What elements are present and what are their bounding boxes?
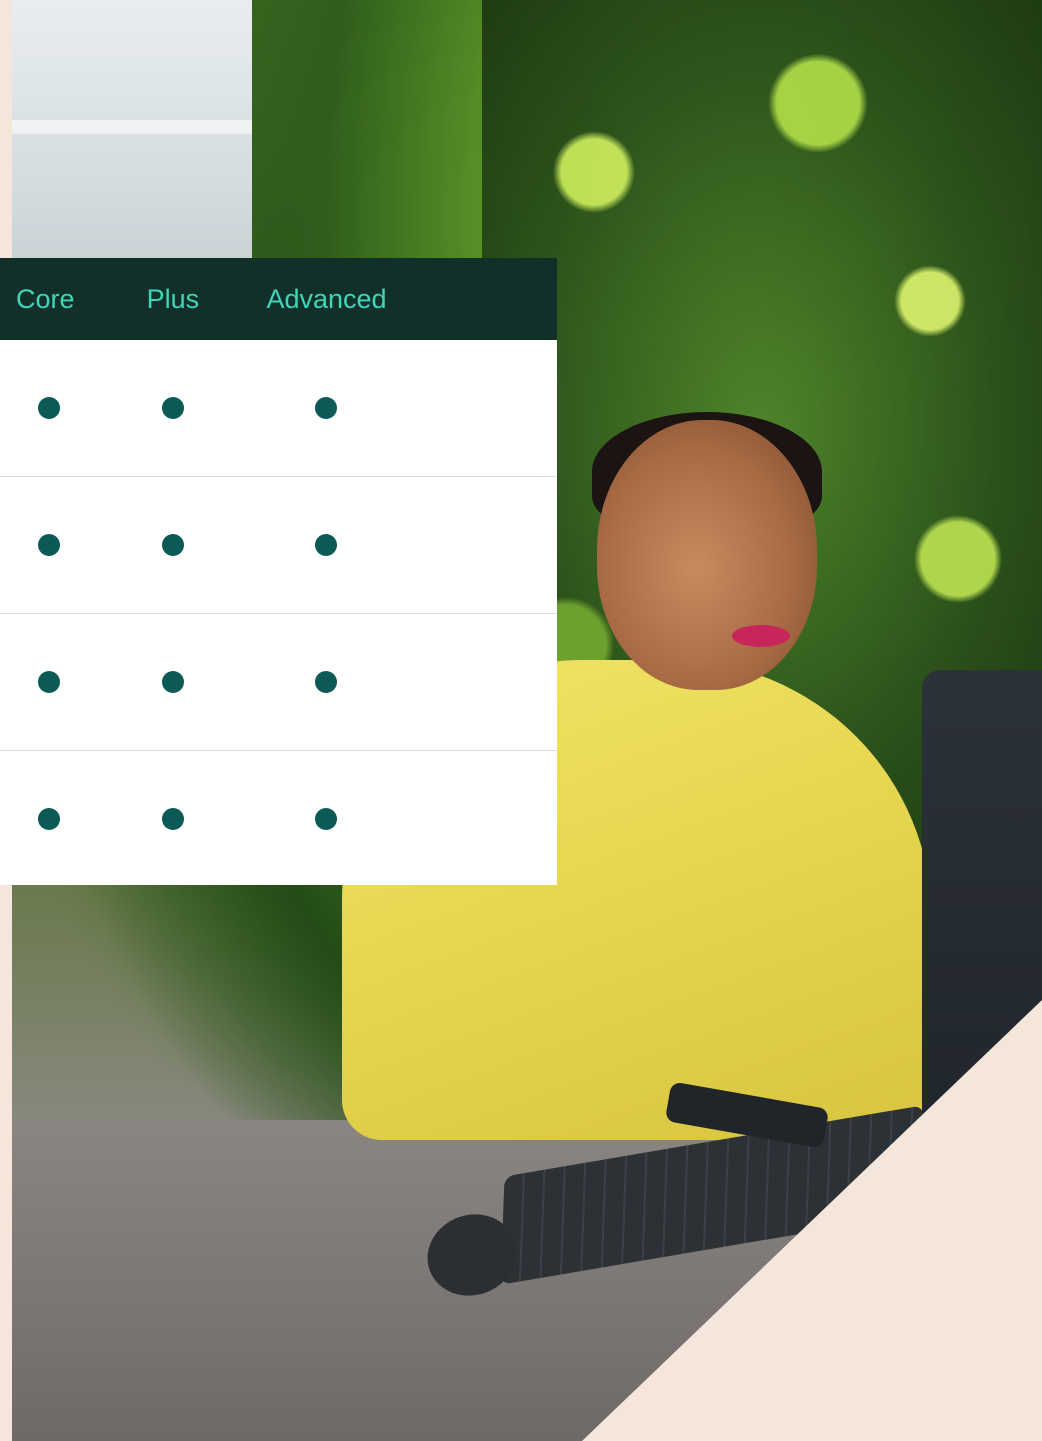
filled-dot-icon [315,671,338,693]
plus-cell [96,534,250,556]
window-frame [12,120,252,134]
filled-dot-icon [38,671,60,693]
filled-dot-icon [38,808,60,830]
table-row [0,477,557,614]
lips [732,625,790,647]
filled-dot-icon [38,397,60,419]
filled-dot-icon [315,534,338,556]
advanced-cell [250,671,404,693]
plan-comparison-table: Core Plus Advanced [0,258,557,885]
filled-dot-icon [161,671,184,693]
core-cell [0,671,96,693]
table-row [0,751,557,887]
plan-table-header: Core Plus Advanced [0,258,557,340]
column-header-core: Core [16,283,75,314]
advanced-cell [250,808,404,830]
filled-dot-icon [38,534,60,556]
filled-dot-icon [161,397,184,419]
advanced-cell [250,397,404,419]
core-cell [0,808,96,830]
table-row [0,614,557,751]
filled-dot-icon [161,808,184,830]
plus-cell [96,397,250,419]
plus-cell [96,671,250,693]
table-row [0,340,557,477]
page: Core Plus Advanced [0,0,1042,1441]
filled-dot-icon [161,534,184,556]
column-header-advanced: Advanced [266,283,387,314]
face [597,420,817,690]
plus-cell [96,808,250,830]
core-cell [0,397,96,419]
core-cell [0,534,96,556]
advanced-cell [250,534,404,556]
column-header-plus: Plus [146,283,200,314]
filled-dot-icon [315,808,338,830]
filled-dot-icon [315,397,338,419]
